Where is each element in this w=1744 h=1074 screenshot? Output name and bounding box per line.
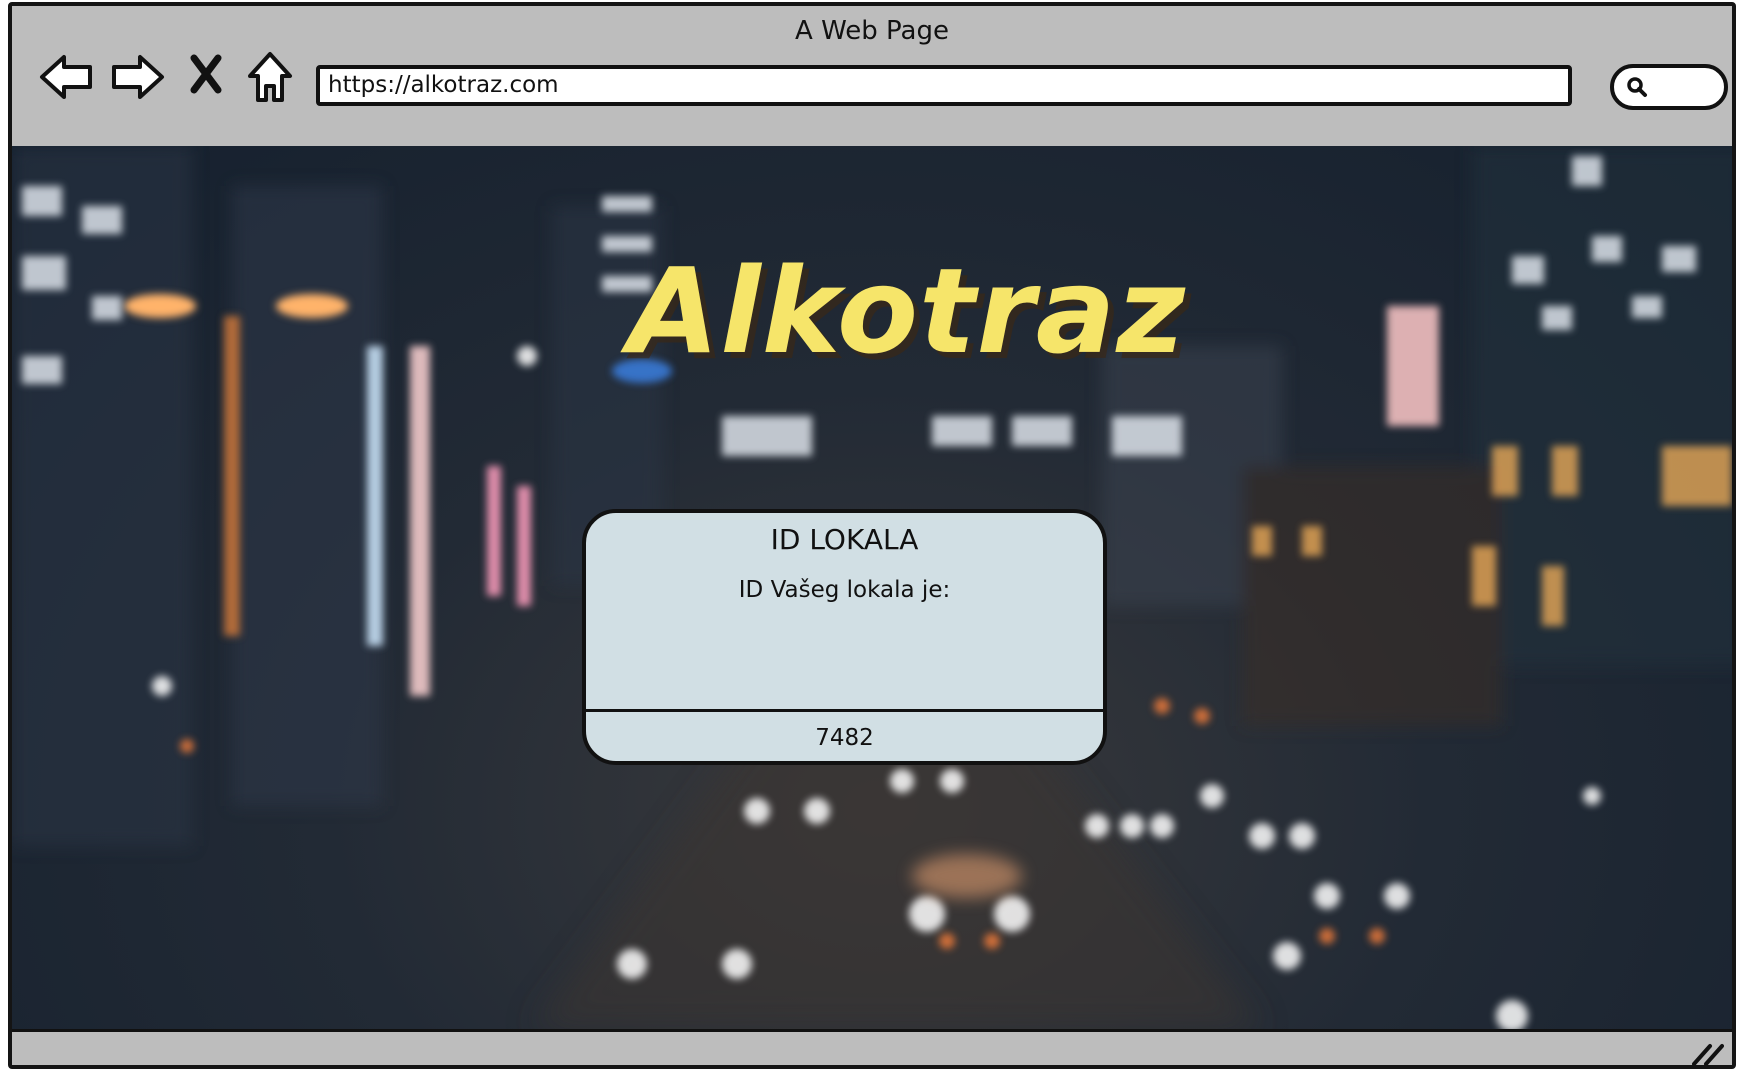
home-icon[interactable] bbox=[246, 50, 294, 104]
close-icon[interactable] bbox=[188, 54, 224, 94]
search-icon bbox=[1626, 76, 1648, 103]
search-box[interactable] bbox=[1610, 64, 1728, 110]
address-bar[interactable]: https://alkotraz.com bbox=[316, 65, 1572, 106]
venue-id-value: 7482 bbox=[815, 725, 874, 751]
id-dialog: ID LOKALA ID Vašeg lokala je: 7482 bbox=[582, 509, 1107, 765]
back-arrow-icon[interactable] bbox=[38, 52, 96, 102]
dialog-title: ID LOKALA bbox=[770, 523, 919, 556]
window-title: A Web Page bbox=[795, 16, 949, 46]
status-bar bbox=[12, 1029, 1732, 1065]
page-content: Alkotraz ID LOKALA ID Vašeg lokala je: 7… bbox=[12, 146, 1732, 1029]
dialog-divider bbox=[586, 709, 1103, 712]
browser-toolbar: A Web Page https://alkotraz.com bbox=[12, 6, 1732, 146]
forward-arrow-icon[interactable] bbox=[108, 52, 166, 102]
brand-logo: Alkotraz bbox=[628, 242, 1187, 380]
browser-window: A Web Page https://alkotraz.com Alkotraz… bbox=[8, 2, 1736, 1069]
dialog-message: ID Vašeg lokala je: bbox=[738, 577, 951, 603]
resize-grip-icon[interactable] bbox=[1690, 1040, 1724, 1065]
